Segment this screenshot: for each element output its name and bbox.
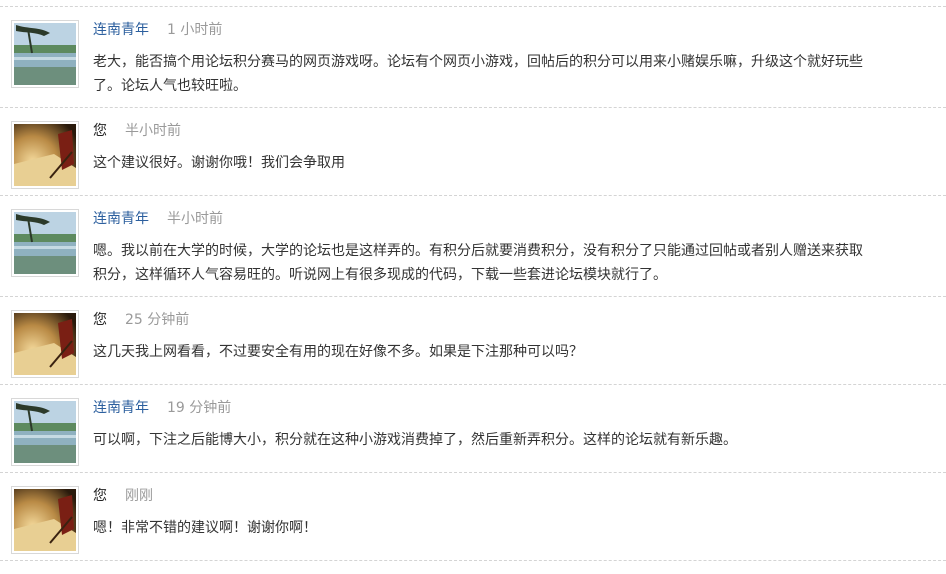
avatar[interactable] (11, 310, 79, 378)
divider (0, 195, 946, 196)
divider (0, 296, 946, 297)
landscape-avatar-icon (14, 212, 76, 274)
avatar[interactable] (11, 20, 79, 88)
comment-thread: 连南青年 1 小时前 老大，能否搞个用论坛积分赛马的网页游戏呀。论坛有个网页小游戏… (0, 0, 946, 574)
timestamp: 半小时前 (125, 123, 181, 139)
comment-meta: 您 25 分钟前 (93, 310, 189, 330)
author-link[interactable]: 您 (93, 488, 107, 504)
timestamp: 19 分钟前 (167, 400, 232, 416)
avatar[interactable] (11, 486, 79, 554)
timestamp: 25 分钟前 (125, 312, 190, 328)
timestamp: 半小时前 (167, 211, 223, 227)
divider (0, 384, 946, 385)
comment-text: 嗯！非常不错的建议啊！谢谢你啊！ (93, 520, 317, 536)
comment-meta: 连南青年 19 分钟前 (93, 398, 231, 418)
comment-meta: 连南青年 1 小时前 (93, 20, 222, 40)
author-link[interactable]: 连南青年 (93, 211, 149, 227)
book-pen-avatar-icon (14, 489, 76, 551)
divider (0, 107, 946, 108)
avatar[interactable] (11, 209, 79, 277)
author-link[interactable]: 您 (93, 312, 107, 328)
divider (0, 560, 946, 561)
comment-meta: 您 刚刚 (93, 486, 153, 506)
timestamp: 1 小时前 (167, 22, 223, 38)
landscape-avatar-icon (14, 23, 76, 85)
comment-text: 这几天我上网看看，不过要安全有用的现在好像不多。如果是下注那种可以吗？ (93, 344, 583, 360)
divider (0, 472, 946, 473)
author-link[interactable]: 连南青年 (93, 400, 149, 416)
avatar[interactable] (11, 121, 79, 189)
comment-text: 老大，能否搞个用论坛积分赛马的网页游戏呀。论坛有个网页小游戏，回帖后的积分可以用… (93, 54, 863, 94)
book-pen-avatar-icon (14, 313, 76, 375)
book-pen-avatar-icon (14, 124, 76, 186)
timestamp: 刚刚 (125, 488, 153, 504)
author-link[interactable]: 连南青年 (93, 22, 149, 38)
avatar[interactable] (11, 398, 79, 466)
comment-text: 嗯。我以前在大学的时候，大学的论坛也是这样弄的。有积分后就要消费积分，没有积分了… (93, 243, 863, 283)
comment-text: 这个建议很好。谢谢你哦！我们会争取用 (93, 155, 345, 171)
author-link[interactable]: 您 (93, 123, 107, 139)
divider (0, 6, 946, 7)
comment-text: 可以啊，下注之后能博大小，积分就在这种小游戏消费掉了，然后重新弄积分。这样的论坛… (93, 432, 737, 448)
landscape-avatar-icon (14, 401, 76, 463)
comment-meta: 连南青年 半小时前 (93, 209, 223, 229)
comment-meta: 您 半小时前 (93, 121, 181, 141)
